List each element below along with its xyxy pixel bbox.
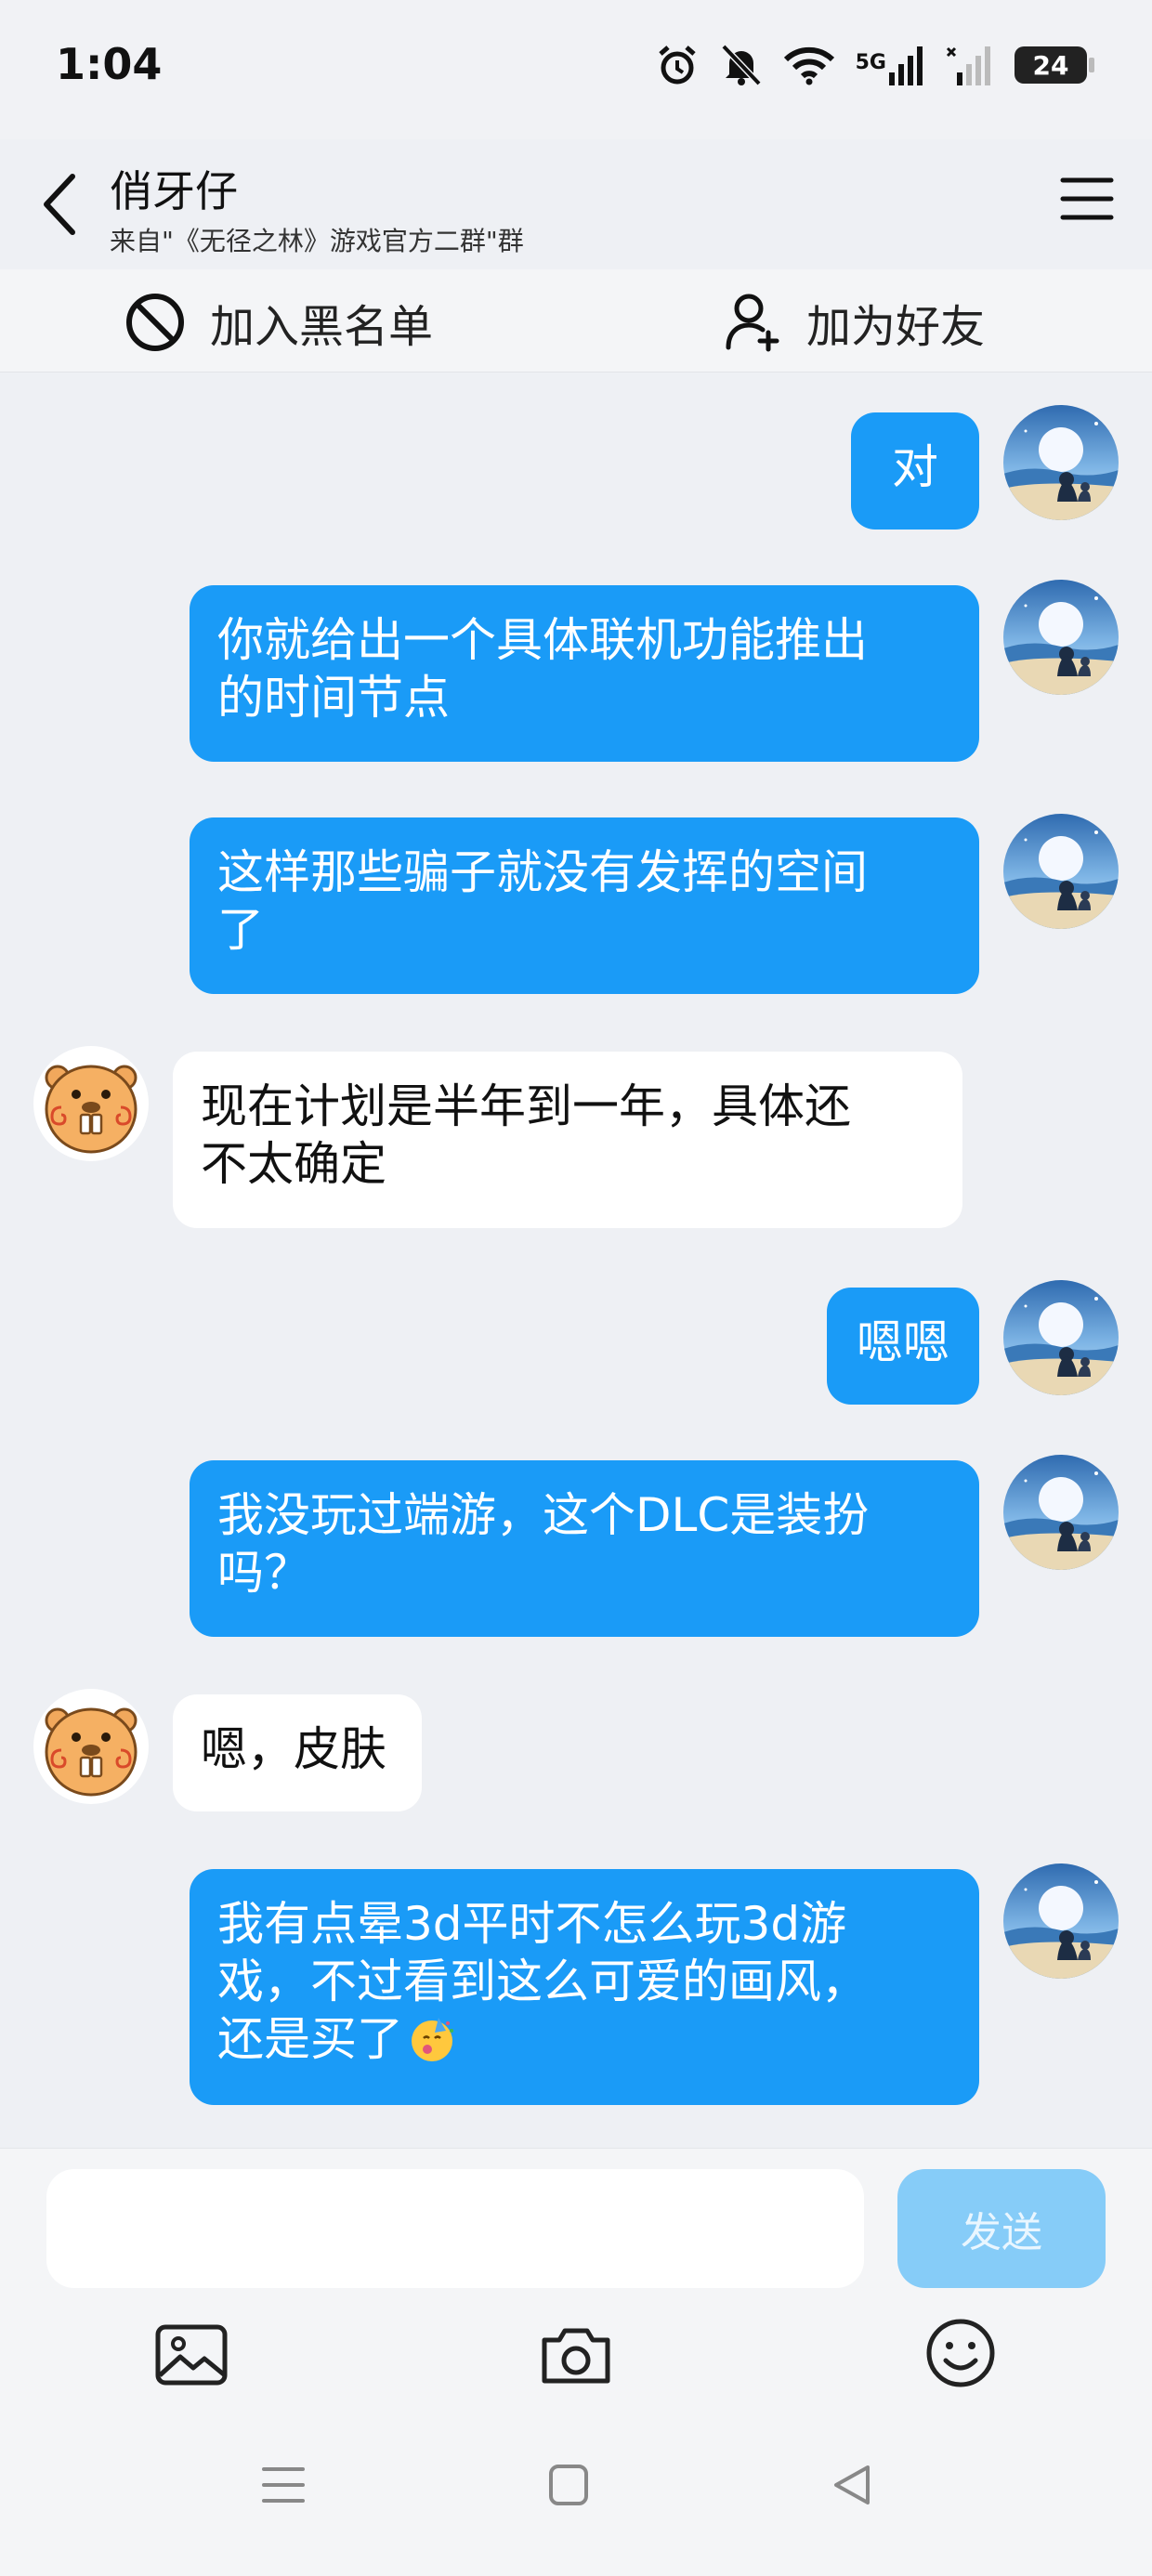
signal-weak-icon (946, 46, 990, 85)
my-avatar[interactable] (1003, 580, 1119, 695)
my-avatar[interactable] (1003, 814, 1119, 929)
message-line: 吗？ (217, 1546, 310, 1600)
my-avatar[interactable] (1003, 1455, 1119, 1570)
signal-5g: 5G (856, 45, 925, 85)
message-line: 嗯嗯 (857, 1315, 949, 1369)
message-line: 对 (892, 440, 938, 494)
status-icons: 5G 24 (655, 37, 1094, 93)
message-line: 还是买了 (217, 2012, 403, 2066)
message-line: 的时间节点 (217, 671, 450, 725)
mute-bell-icon (721, 44, 762, 86)
their-message-bubble[interactable]: 现在计划是半年到一年，具体还 不太确定 (173, 1052, 962, 1228)
send-button[interactable]: 发送 (897, 2169, 1106, 2288)
network-label: 5G (855, 51, 886, 74)
my-message-bubble[interactable]: 我有点晕3d平时不怎么玩3d游 戏，不过看到这么可爱的画风， 还是买了 (190, 1869, 979, 2105)
image-icon[interactable] (154, 2321, 229, 2388)
message-line: 现在计划是半年到一年，具体还 (201, 1079, 851, 1133)
message-line: 嗯，皮肤 (201, 1722, 386, 1776)
my-avatar[interactable] (1003, 1863, 1119, 1979)
action-bar: 加入黑名单 加为好友 (0, 269, 1152, 373)
contact-avatar[interactable] (33, 1689, 149, 1804)
message-line-with-emoji: 还是买了 (217, 2010, 951, 2068)
message-line: 了 (217, 903, 264, 957)
block-button[interactable]: 加入黑名单 (124, 290, 433, 355)
battery-indicator: 24 (1015, 46, 1094, 84)
block-label: 加入黑名单 (210, 301, 434, 353)
contact-avatar[interactable] (33, 1046, 149, 1161)
message-input[interactable] (46, 2169, 864, 2288)
chat-header: 俏牙仔 来自"《无径之林》游戏官方二群"群 (0, 139, 1152, 269)
message-line: 这样那些骗子就没有发挥的空间 (217, 845, 868, 899)
status-bar: 1:04 5G 24 (0, 0, 1152, 139)
my-avatar[interactable] (1003, 405, 1119, 520)
add-user-icon (726, 294, 779, 352)
their-message-bubble[interactable]: 嗯，皮肤 (173, 1694, 422, 1811)
emoji-icon[interactable] (923, 2316, 998, 2390)
contact-source: 来自"《无径之林》游戏官方二群"群 (110, 226, 524, 256)
wifi-icon (783, 46, 834, 85)
party-emoji-icon (412, 2018, 453, 2061)
message-line: 戏，不过看到这么可爱的画风， (217, 1955, 868, 2008)
add-friend-button[interactable]: 加为好友 (725, 290, 985, 355)
nav-menu-icon[interactable] (258, 2462, 308, 2508)
block-icon (126, 294, 184, 351)
my-message-bubble[interactable]: 我没玩过端游，这个DLC是装扮 吗？ (190, 1460, 979, 1637)
back-arrow-icon[interactable] (37, 167, 84, 242)
nav-back-icon[interactable] (829, 2462, 875, 2508)
add-friend-label: 加为好友 (806, 301, 986, 353)
my-message-bubble[interactable]: 这样那些骗子就没有发挥的空间 了 (190, 817, 979, 994)
my-message-bubble[interactable]: 你就给出一个具体联机功能推出 的时间节点 (190, 585, 979, 762)
camera-icon[interactable] (539, 2321, 613, 2388)
message-line: 我没玩过端游，这个DLC是装扮 (217, 1488, 870, 1542)
my-message-bubble[interactable]: 对 (851, 412, 979, 530)
input-bar: 发送 (0, 2148, 1152, 2576)
status-time: 1:04 (56, 39, 163, 89)
my-message-bubble[interactable]: 嗯嗯 (827, 1288, 979, 1405)
nav-home-icon[interactable] (546, 2462, 591, 2508)
menu-icon[interactable] (1059, 171, 1115, 227)
message-line: 你就给出一个具体联机功能推出 (217, 613, 868, 667)
message-line: 我有点晕3d平时不怎么玩3d游 (217, 1897, 847, 1951)
alarm-icon (658, 46, 696, 85)
message-line: 不太确定 (201, 1137, 386, 1191)
my-avatar[interactable] (1003, 1280, 1119, 1395)
signal-icon (889, 46, 923, 85)
contact-name: 俏牙仔 (110, 166, 238, 216)
